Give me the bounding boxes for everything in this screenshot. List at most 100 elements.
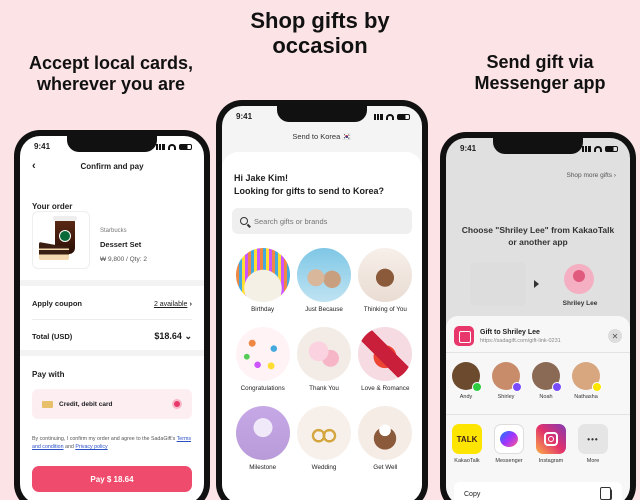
occasion-wedding[interactable]: Wedding (293, 406, 354, 471)
close-icon[interactable]: ✕ (608, 329, 622, 343)
birthday-cake-image (235, 248, 290, 302)
occasion-congratulations[interactable]: Congratulations (232, 327, 293, 392)
signal-icon (582, 145, 591, 152)
occasion-milestone[interactable]: Milestone (232, 406, 293, 471)
shop-more-label: Shop more gifts (566, 172, 613, 179)
choose-recipient-text: Choose "Shriley Lee" from KakaoTalk or a… (452, 224, 624, 249)
flowers-image (296, 327, 351, 381)
occasion-just-because[interactable]: Just Because (293, 248, 354, 313)
chevron-down-icon: ⌄ (184, 331, 192, 341)
share-apps: TALK KakaoTalk Messenger Instagram ••• Mor… (452, 424, 630, 464)
divider (446, 352, 630, 353)
confetti-image (235, 327, 290, 381)
occasion-grid: Birthday Just Because Thinking of You Co… (232, 248, 416, 471)
wifi-icon (168, 143, 176, 150)
product-name: Dessert Set (100, 240, 142, 249)
terms-prefix: By continuing, I confirm my order and ag… (32, 436, 176, 442)
share-instagram[interactable]: Instagram (536, 424, 566, 464)
occasion-label: Thank You (309, 385, 339, 392)
greeting-question: Looking for gifts to send to Korea? (234, 185, 384, 196)
app-label: More (586, 458, 600, 464)
share-kakaotalk[interactable]: TALK KakaoTalk (452, 424, 482, 464)
choose-line-2: or another app (508, 237, 568, 248)
occasion-thank-you[interactable]: Thank You (293, 327, 354, 392)
total-value: $18.64 (154, 331, 182, 341)
messenger-icon (494, 424, 524, 454)
occasion-label: Get Well (373, 464, 398, 471)
share-more[interactable]: ••• More (578, 424, 608, 464)
share-title: Gift to Shriley Lee (480, 328, 540, 336)
champagne-image (235, 406, 290, 460)
share-messenger[interactable]: Messenger (494, 424, 524, 464)
total-row[interactable]: Total (USD) $18.64 ⌄ (32, 331, 192, 342)
page-title: Confirm and pay (80, 162, 144, 171)
occasion-thinking-of-you[interactable]: Thinking of You (355, 248, 416, 313)
messenger-badge-icon (512, 382, 522, 392)
section-divider (20, 350, 204, 356)
rings-image (296, 406, 351, 460)
greeting-name: Hi Jake Kim! (234, 173, 289, 183)
signal-icon (374, 113, 383, 120)
signal-icon (156, 143, 165, 150)
occasion-birthday[interactable]: Birthday (232, 248, 293, 313)
section-divider (20, 280, 204, 286)
shop-more-link[interactable]: Shop more gifts › (566, 172, 616, 179)
send-to-header[interactable]: Send to Korea 🇰🇷 (222, 132, 422, 141)
contact-noah[interactable]: Noah (532, 362, 562, 400)
kakaotalk-badge-icon (592, 382, 602, 392)
occasion-get-well[interactable]: Get Well (355, 406, 416, 471)
status-time: 9:41 (460, 144, 477, 153)
your-order-heading: Your order (32, 202, 73, 211)
battery-icon (605, 145, 618, 152)
drinks-image (296, 248, 351, 302)
copy-label: Copy (464, 490, 481, 498)
share-url: https://sadagift.com/gift-link-0231 (480, 337, 561, 344)
arrow-right-icon (534, 280, 539, 288)
phone-notch (277, 106, 367, 122)
contact-shirley[interactable]: Shirley (492, 362, 522, 400)
privacy-link[interactable]: Privacy policy (75, 444, 107, 450)
caption-left: Accept local cards, wherever you are (28, 53, 194, 94)
share-contacts: Andy Shirley Noah Nathasha (452, 362, 630, 400)
contact-name: Nathasha (574, 394, 598, 400)
apply-coupon-label: Apply coupon (32, 299, 82, 308)
more-icon: ••• (578, 424, 608, 454)
share-sheet-header: Gift to Shriley Lee https://sadagift.com… (454, 326, 622, 346)
occasion-label: Love & Romance (361, 385, 410, 392)
status-time: 9:41 (34, 142, 51, 151)
occasion-label: Just Because (305, 306, 343, 313)
phone-notch (67, 136, 157, 152)
copy-action[interactable]: Copy (454, 482, 622, 500)
app-label: Instagram (538, 458, 564, 464)
phone-share: 9:41 Shop more gifts › Choose "Shriley L… (440, 132, 636, 500)
product-brand: Starbucks (100, 228, 127, 234)
avatar (452, 362, 482, 392)
payment-method-option[interactable]: Credit, debit card (32, 389, 192, 419)
occasion-label: Thinking of You (363, 306, 407, 313)
occasion-label: Wedding (311, 464, 337, 471)
shop-panel: Hi Jake Kim! Looking for gifts to send t… (222, 152, 422, 500)
choose-line-1: Choose "Shriley Lee" from KakaoTalk (461, 225, 615, 235)
apply-coupon-row[interactable]: Apply coupon 2 available › (32, 299, 192, 308)
caption-right: Send gift via Messenger app (474, 52, 606, 93)
coupon-available-link[interactable]: 2 available (154, 301, 187, 308)
pay-button[interactable]: Pay $ 18.64 (32, 466, 192, 492)
copy-icon (600, 486, 612, 500)
chevron-right-icon: › (189, 299, 193, 308)
phone-checkout: 9:41 ‹ Confirm and pay Your order Starbu… (14, 130, 210, 500)
payment-radio[interactable] (172, 399, 182, 409)
product-price-qty: ₩ 9,800 / Qty: 2 (100, 256, 147, 263)
pay-with-heading: Pay with (32, 370, 65, 379)
app-label: Messenger (495, 458, 523, 464)
search-input[interactable] (254, 216, 404, 226)
contact-nathasha[interactable]: Nathasha (572, 362, 602, 400)
occasion-love-romance[interactable]: Love & Romance (355, 327, 416, 392)
search-bar[interactable] (232, 208, 412, 234)
credit-card-icon (42, 400, 53, 408)
contact-andy[interactable]: Andy (452, 362, 482, 400)
status-time: 9:41 (236, 112, 253, 121)
contact-name: Andy (459, 394, 473, 400)
product-image (32, 211, 90, 269)
app-label: KakaoTalk (454, 458, 480, 464)
wifi-icon (594, 145, 602, 152)
